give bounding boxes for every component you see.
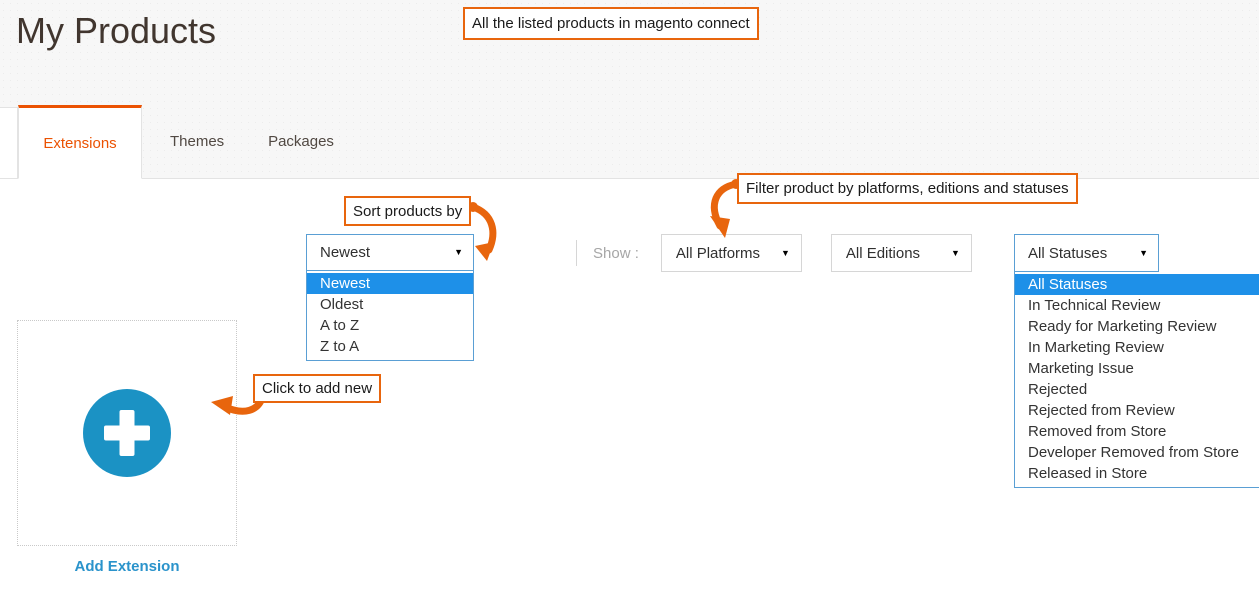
statuses-option-list[interactable]: All Statuses In Technical Review Ready for… [1014, 272, 1259, 488]
status-option[interactable]: In Technical Review [1015, 295, 1259, 316]
filter-row: Show : All Platforms ▼ All Editions ▼ [576, 234, 1001, 272]
annotation-listed-products: All the listed products in magento conne… [463, 7, 759, 40]
status-option[interactable]: Removed from Store [1015, 421, 1259, 442]
sort-option[interactable]: A to Z [307, 315, 473, 336]
annotation-click-to-add: Click to add new [253, 374, 382, 403]
sort-select-value: Newest [320, 244, 371, 261]
status-option[interactable]: All Statuses [1015, 274, 1259, 295]
annotation-sort-products: Sort products by [344, 196, 472, 226]
sort-select[interactable]: Newest ▼ Newest Oldest A to ZZ to A [306, 234, 474, 361]
statuses-select[interactable]: All Statuses ▼ All Statuses In Technical … [1014, 234, 1259, 488]
status-option[interactable]: Ready for Marketing Review [1015, 316, 1259, 337]
page-title: My Products [16, 10, 217, 51]
chevron-down-icon: ▼ [780, 247, 790, 258]
status-option[interactable]: Rejected [1015, 379, 1259, 400]
platforms-select-value: All Platforms [675, 244, 761, 262]
plus-circle-icon [83, 389, 171, 477]
chevron-down-icon: ▼ [454, 247, 463, 257]
tab-themes[interactable]: Themes [150, 105, 236, 179]
chevron-down-icon: ▼ [1139, 247, 1148, 258]
status-option[interactable]: Marketing Issue [1015, 358, 1259, 379]
editions-select[interactable]: All Editions ▼ [830, 234, 972, 272]
annotation-filter-products: Filter product by platforms, editions an… [737, 173, 1078, 204]
status-option[interactable]: Rejected from Review [1015, 400, 1259, 421]
show-label: Show : [593, 244, 639, 262]
sort-select-box[interactable]: Newest ▼ [306, 234, 474, 271]
add-extension-card[interactable] [17, 320, 237, 546]
editions-select-value: All Editions [845, 244, 921, 262]
statuses-select-value: All Statuses [1028, 244, 1108, 262]
filter-divider [576, 240, 577, 266]
tab-packages[interactable]: Packages [248, 105, 354, 179]
tab-extensions[interactable]: Extensions [18, 105, 142, 179]
add-extension-label[interactable]: Add Extension [17, 558, 237, 575]
sort-option[interactable]: Z to A [307, 336, 473, 357]
platforms-select[interactable]: All Platforms ▼ [660, 234, 802, 272]
sort-option-list[interactable]: Newest Oldest A to ZZ to A [306, 271, 474, 361]
sort-option[interactable]: Newest [307, 273, 473, 294]
status-option[interactable]: In Marketing Review [1015, 337, 1259, 358]
statuses-select-box[interactable]: All Statuses ▼ [1014, 234, 1159, 272]
status-option[interactable]: Released in Store [1015, 463, 1259, 484]
status-option[interactable]: Developer Removed from Store [1015, 442, 1259, 463]
sort-option[interactable]: Oldest [307, 294, 473, 315]
tab-edge-stub [0, 107, 18, 178]
chevron-down-icon: ▼ [950, 247, 960, 258]
tab-strip: Extensions Themes Packages [0, 105, 1259, 179]
